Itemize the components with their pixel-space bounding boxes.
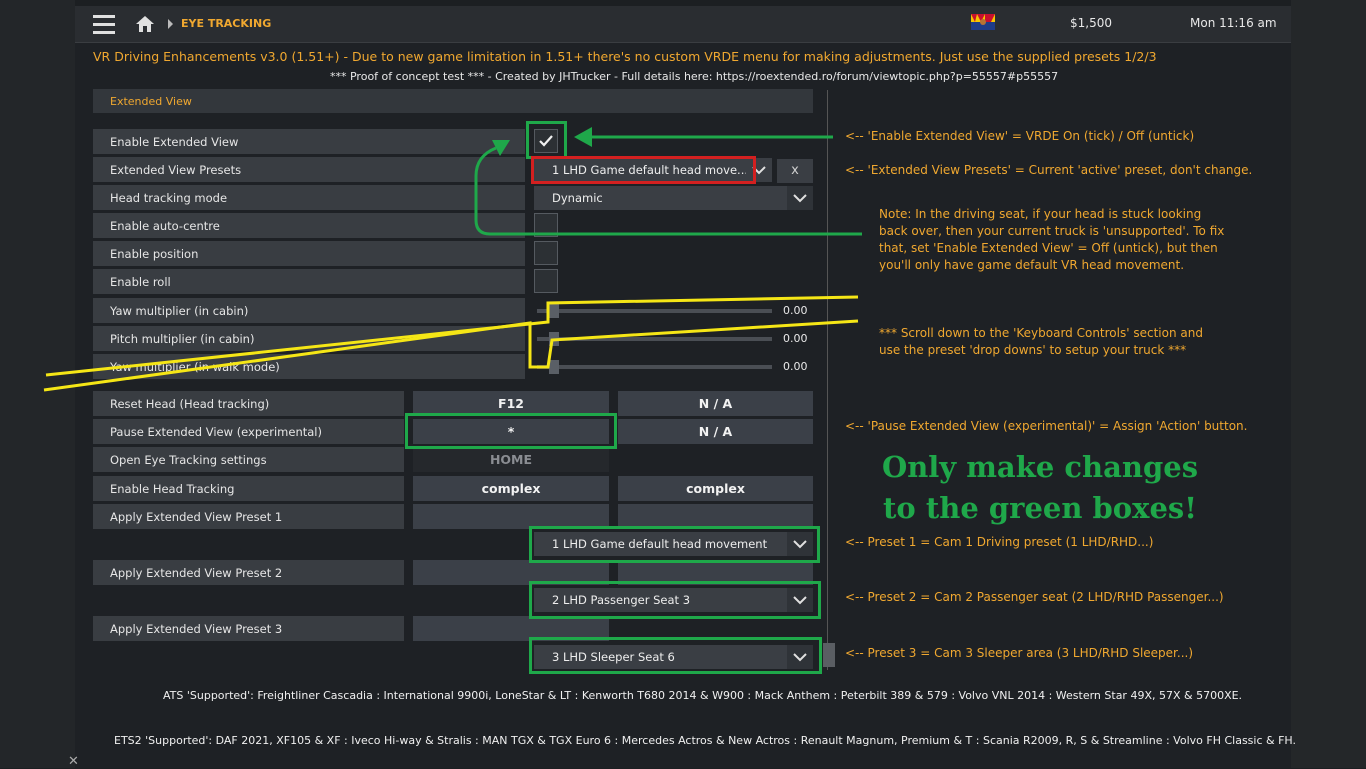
- row-extended-view-presets: Extended View Presets: [93, 157, 525, 182]
- yaw-walk-slider-thumb[interactable]: [549, 360, 559, 374]
- yaw-cabin-slider-thumb[interactable]: [549, 304, 559, 318]
- row-label: Apply Extended View Preset 1: [110, 510, 283, 524]
- row-reset-head: Reset Head (Head tracking): [93, 391, 404, 416]
- row-enable-auto-centre: Enable auto-centre: [93, 213, 525, 238]
- enable-roll-checkbox[interactable]: [534, 269, 558, 293]
- row-label: Reset Head (Head tracking): [110, 397, 270, 411]
- row-label: Extended View Presets: [110, 163, 242, 177]
- enable-head-key2[interactable]: complex: [618, 476, 813, 501]
- yaw-walk-slider[interactable]: [537, 365, 772, 369]
- enable-position-checkbox[interactable]: [534, 241, 558, 265]
- highlight-active-preset: [531, 156, 756, 184]
- row-pause-view: Pause Extended View (experimental): [93, 419, 404, 444]
- footer-ets2: ETS2 'Supported': DAF 2021, XF105 & XF :…: [114, 734, 1296, 747]
- row-label: Pause Extended View (experimental): [110, 425, 322, 439]
- page-subtitle: *** Proof of concept test *** - Created …: [330, 70, 1059, 83]
- enable-head-key1[interactable]: complex: [413, 476, 609, 501]
- menu-icon[interactable]: [93, 15, 115, 34]
- arizona-flag-icon: [971, 14, 995, 30]
- row-label: Apply Extended View Preset 2: [110, 566, 283, 580]
- note-line: use the preset 'drop downs' to setup you…: [879, 343, 1187, 357]
- row-label: Enable Extended View: [110, 135, 239, 149]
- row-label: Enable position: [110, 247, 199, 261]
- pitch-cabin-value: 0.00: [783, 332, 808, 345]
- row-label: Pitch multiplier (in cabin): [110, 332, 255, 346]
- scroll-thumb[interactable]: [823, 643, 835, 667]
- footer-ats: ATS 'Supported': Freightliner Cascadia :…: [163, 689, 1243, 702]
- top-bar: EYE TRACKING $1,500 Mon 11:16 am: [75, 6, 1291, 43]
- left-backdrop: [0, 0, 75, 768]
- row-label: Head tracking mode: [110, 191, 228, 205]
- callout-line: to the green boxes!: [883, 491, 1197, 525]
- head-tracking-mode-select[interactable]: Dynamic: [534, 186, 813, 210]
- pitch-cabin-slider-thumb[interactable]: [549, 332, 559, 346]
- note-preset3: <-- Preset 3 = Cam 3 Sleeper area (3 LHD…: [845, 646, 1194, 660]
- row-yaw-walk: Yaw multiplier (in walk mode): [93, 354, 525, 379]
- green-boxes-callout: Only make changes to the green boxes!: [860, 447, 1220, 529]
- callout-line: Only make changes: [881, 450, 1199, 484]
- row-label: Apply Extended View Preset 3: [110, 622, 283, 636]
- row-label: Enable roll: [110, 275, 171, 289]
- yaw-walk-value: 0.00: [783, 360, 808, 373]
- row-pitch-cabin: Pitch multiplier (in cabin): [93, 326, 525, 351]
- highlight-pause-key: [405, 413, 617, 449]
- game-clock: Mon 11:16 am: [1190, 16, 1277, 30]
- highlight-preset3: [529, 637, 822, 674]
- money-balance: $1,500: [1070, 16, 1112, 30]
- row-enable-extended-view: Enable Extended View: [93, 129, 525, 154]
- section-header-extended-view: Extended View: [93, 89, 813, 113]
- right-backdrop: [1291, 0, 1366, 768]
- row-yaw-cabin: Yaw multiplier (in cabin): [93, 298, 525, 323]
- row-label: Yaw multiplier (in walk mode): [110, 360, 280, 374]
- yaw-cabin-value: 0.00: [783, 304, 808, 317]
- note-preset2: <-- Preset 2 = Cam 2 Passenger seat (2 L…: [845, 590, 1224, 604]
- row-enable-roll: Enable roll: [93, 269, 525, 294]
- row-enable-head-tracking: Enable Head Tracking: [93, 476, 404, 501]
- row-preset-3: Apply Extended View Preset 3: [93, 616, 404, 641]
- note-preset1: <-- Preset 1 = Cam 1 Driving preset (1 L…: [845, 535, 1154, 549]
- yaw-cabin-slider[interactable]: [537, 309, 772, 313]
- chevron-right-icon: [168, 19, 173, 29]
- row-label: Enable Head Tracking: [110, 482, 235, 496]
- note-scroll: *** Scroll down to the 'Keyboard Control…: [879, 325, 1203, 359]
- reset-head-key2[interactable]: N / A: [618, 391, 813, 416]
- row-enable-position: Enable position: [93, 241, 525, 266]
- row-label: Open Eye Tracking settings: [110, 453, 267, 467]
- note-line: back over, then your current truck is 'u…: [879, 224, 1225, 238]
- note-driving-seat: Note: In the driving seat, if your head …: [879, 206, 1224, 274]
- chevron-down-icon[interactable]: [787, 186, 813, 210]
- close-icon[interactable]: ✕: [68, 754, 79, 769]
- note-line: *** Scroll down to the 'Keyboard Control…: [879, 326, 1203, 340]
- scroll-track[interactable]: [827, 90, 828, 670]
- row-head-tracking-mode: Head tracking mode: [93, 185, 525, 210]
- breadcrumb[interactable]: EYE TRACKING: [181, 17, 271, 30]
- highlight-preset2: [529, 581, 821, 619]
- row-label: Enable auto-centre: [110, 219, 220, 233]
- row-open-eye-tracking: Open Eye Tracking settings: [93, 447, 404, 472]
- row-preset-1: Apply Extended View Preset 1: [93, 504, 404, 529]
- clear-preset-button[interactable]: x: [777, 159, 813, 183]
- highlight-preset1: [529, 526, 820, 563]
- pause-view-key2[interactable]: N / A: [618, 419, 813, 444]
- note-pause: <-- 'Pause Extended View (experimental)'…: [845, 419, 1248, 433]
- highlight-enable-checkbox: [526, 121, 567, 159]
- open-eye-key1[interactable]: HOME: [413, 447, 609, 472]
- page-title: VR Driving Enhancements v3.0 (1.51+) - D…: [93, 49, 1157, 64]
- select-value: Dynamic: [552, 191, 603, 205]
- row-label: Yaw multiplier (in cabin): [110, 304, 249, 318]
- note-line: Note: In the driving seat, if your head …: [879, 207, 1202, 221]
- note-line: that, set 'Enable Extended View' = Off (…: [879, 241, 1218, 255]
- note-enable: <-- 'Enable Extended View' = VRDE On (ti…: [845, 129, 1195, 143]
- note-line: you'll only have game default VR head mo…: [879, 258, 1185, 272]
- row-preset-2: Apply Extended View Preset 2: [93, 560, 404, 585]
- note-presets: <-- 'Extended View Presets' = Current 'a…: [845, 163, 1253, 177]
- pitch-cabin-slider[interactable]: [537, 337, 772, 341]
- home-icon[interactable]: [135, 15, 155, 33]
- enable-auto-centre-checkbox[interactable]: [534, 213, 558, 237]
- section-title: Extended View: [110, 95, 192, 108]
